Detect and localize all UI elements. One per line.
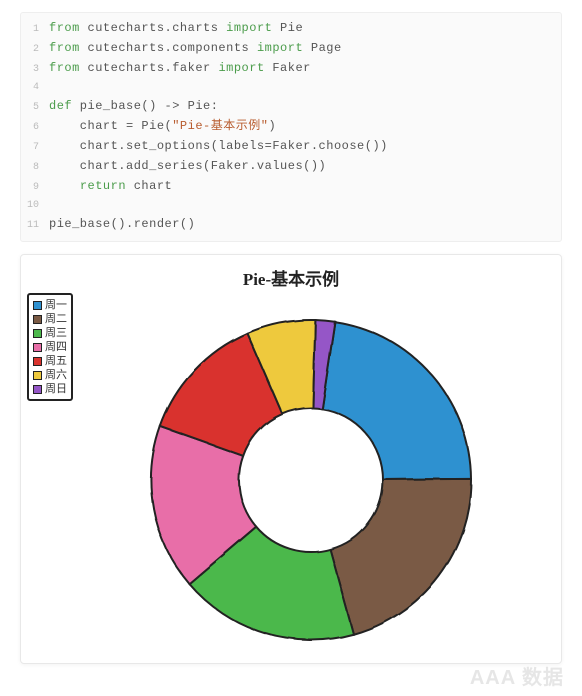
code-text: chart.set_options(labels=Faker.choose()) [49, 137, 388, 155]
line-number: 4 [21, 79, 49, 97]
line-number: 2 [21, 41, 49, 59]
line-number: 9 [21, 179, 49, 197]
code-text: pie_base().render() [49, 215, 195, 233]
pie-slice [330, 479, 471, 634]
code-text: chart = Pie("Pie-基本示例") [49, 117, 276, 135]
line-number: 5 [21, 99, 49, 117]
code-line: 4 [21, 79, 561, 97]
line-number: 6 [21, 119, 49, 137]
code-text: from cutecharts.faker import Faker [49, 59, 311, 77]
line-number: 7 [21, 139, 49, 157]
code-line: 9 return chart [21, 177, 561, 197]
code-block: 1from cutecharts.charts import Pie2from … [20, 12, 562, 242]
code-text: return chart [49, 177, 172, 195]
pie-slice [322, 322, 471, 480]
line-number: 10 [21, 197, 49, 215]
code-line: 11pie_base().render() [21, 215, 561, 235]
code-line: 1from cutecharts.charts import Pie [21, 19, 561, 39]
code-line: 7 chart.set_options(labels=Faker.choose(… [21, 137, 561, 157]
chart-card: Pie-基本示例 周一周二周三周四周五周六周日 [20, 254, 562, 664]
code-line: 2from cutecharts.components import Page [21, 39, 561, 59]
line-number: 11 [21, 217, 49, 235]
code-line: 5def pie_base() -> Pie: [21, 97, 561, 117]
line-number: 1 [21, 21, 49, 39]
code-text: from cutecharts.charts import Pie [49, 19, 303, 37]
code-text: chart.add_series(Faker.values()) [49, 157, 326, 175]
line-number: 8 [21, 159, 49, 177]
line-number: 3 [21, 61, 49, 79]
code-line: 6 chart = Pie("Pie-基本示例") [21, 117, 561, 137]
code-text: def pie_base() -> Pie: [49, 97, 218, 115]
code-line: 8 chart.add_series(Faker.values()) [21, 157, 561, 177]
code-text: from cutecharts.components import Page [49, 39, 342, 57]
donut-chart [21, 285, 561, 665]
watermark: AAA 数据 [470, 661, 564, 690]
code-line: 3from cutecharts.faker import Faker [21, 59, 561, 79]
code-line: 10 [21, 197, 561, 215]
